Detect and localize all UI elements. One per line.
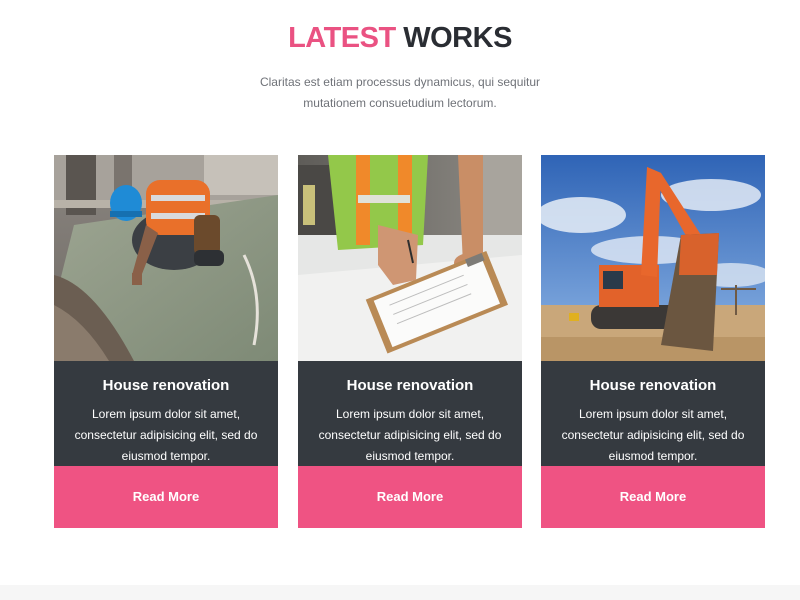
latest-works-section: LATEST WORKS Claritas est etiam processu… (0, 0, 800, 585)
heading-accent: LATEST (288, 22, 396, 54)
work-card: House renovation Lorem ipsum dolor sit a… (298, 155, 522, 528)
construction-worker-photo (54, 155, 278, 361)
section-subtitle: Claritas est etiam processus dynamicus, … (259, 75, 541, 110)
read-more-button[interactable]: Read More (54, 466, 278, 528)
card-description: Lorem ipsum dolor sit amet, consectetur … (318, 407, 502, 463)
card-title: House renovation (346, 377, 474, 394)
excavator-photo (541, 155, 765, 361)
next-section-edge (0, 585, 800, 600)
work-card: House renovation Lorem ipsum dolor sit a… (541, 155, 765, 528)
read-more-button[interactable]: Read More (298, 466, 522, 528)
card-title: House renovation (102, 377, 230, 394)
card-description: Lorem ipsum dolor sit amet, consectetur … (74, 407, 258, 463)
heading-rest: WORKS (403, 22, 512, 54)
read-more-button[interactable]: Read More (541, 466, 765, 528)
card-description: Lorem ipsum dolor sit amet, consectetur … (561, 407, 745, 463)
work-card: House renovation Lorem ipsum dolor sit a… (54, 155, 278, 528)
section-heading: LATEST WORKS (0, 20, 800, 56)
clipboard-writing-photo (298, 155, 522, 361)
card-title: House renovation (589, 377, 717, 394)
